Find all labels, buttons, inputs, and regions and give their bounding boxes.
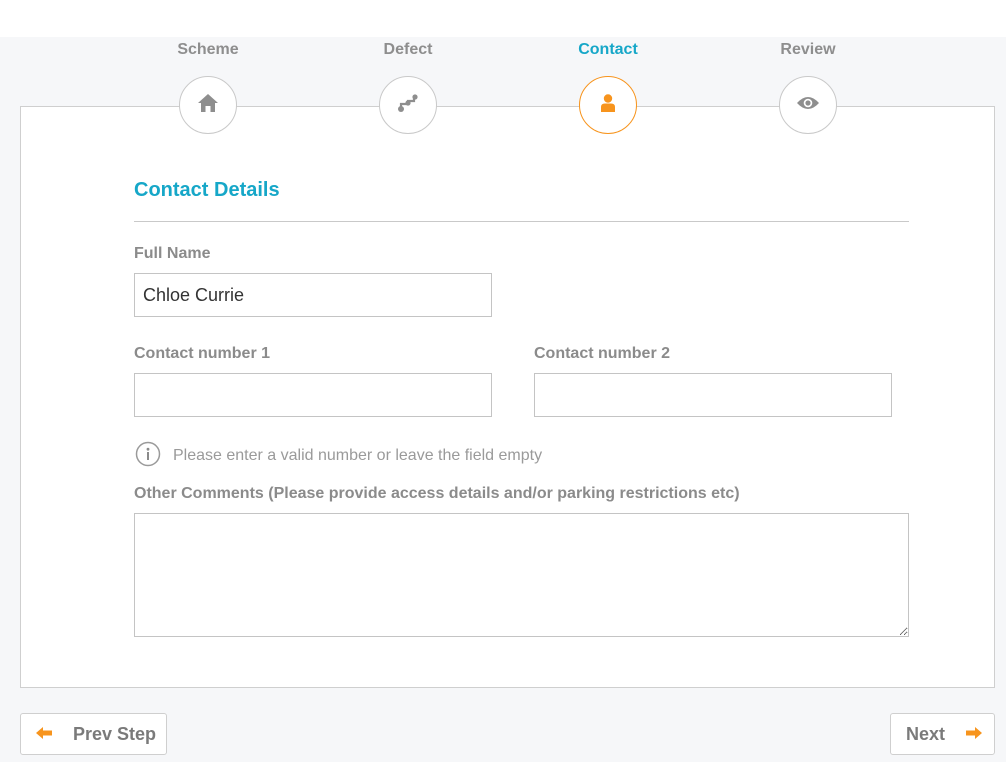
- step-review-circle[interactable]: [779, 76, 837, 134]
- prev-step-button[interactable]: Prev Step: [20, 713, 167, 755]
- validation-hint-text: Please enter a valid number or leave the…: [173, 447, 543, 464]
- step-review-label: Review: [780, 41, 836, 58]
- comments-label: Other Comments (Please provide access de…: [134, 485, 740, 502]
- form-card: Contact Details Full Name Contact number…: [20, 106, 995, 688]
- contact-number-1-label: Contact number 1: [134, 345, 271, 362]
- defect-icon: [397, 93, 419, 118]
- step-defect-label: Defect: [383, 41, 433, 58]
- step-contact[interactable]: Contact: [548, 40, 668, 134]
- section-title: Contact Details: [134, 179, 280, 201]
- step-scheme-label: Scheme: [177, 41, 239, 58]
- contact-number-2-label: Contact number 2: [534, 345, 671, 362]
- section-divider: [134, 221, 909, 222]
- full-name-label: Full Name: [134, 245, 211, 262]
- info-icon: [135, 441, 161, 472]
- next-label: Next: [906, 723, 946, 744]
- step-defect-circle[interactable]: [379, 76, 437, 134]
- step-contact-circle[interactable]: [579, 76, 637, 134]
- step-scheme[interactable]: Scheme: [148, 40, 268, 134]
- contact-number-2-input[interactable]: [534, 373, 892, 417]
- arrow-left-icon: [35, 724, 53, 745]
- full-name-input[interactable]: [134, 273, 492, 317]
- home-icon: [197, 93, 219, 118]
- contact-number-1-input[interactable]: [134, 373, 492, 417]
- step-defect[interactable]: Defect: [348, 40, 468, 134]
- next-button[interactable]: Next: [890, 713, 995, 755]
- prev-step-label: Prev Step: [73, 723, 157, 744]
- wizard-steps: Scheme Defect Contact Review: [0, 0, 1006, 140]
- step-scheme-circle[interactable]: [179, 76, 237, 134]
- validation-hint: Please enter a valid number or leave the…: [135, 441, 543, 472]
- step-review[interactable]: Review: [748, 40, 868, 134]
- eye-icon: [796, 95, 820, 116]
- step-contact-label: Contact: [578, 41, 638, 58]
- arrow-right-icon: [965, 724, 983, 745]
- comments-textarea[interactable]: [134, 513, 909, 637]
- user-icon: [599, 93, 617, 118]
